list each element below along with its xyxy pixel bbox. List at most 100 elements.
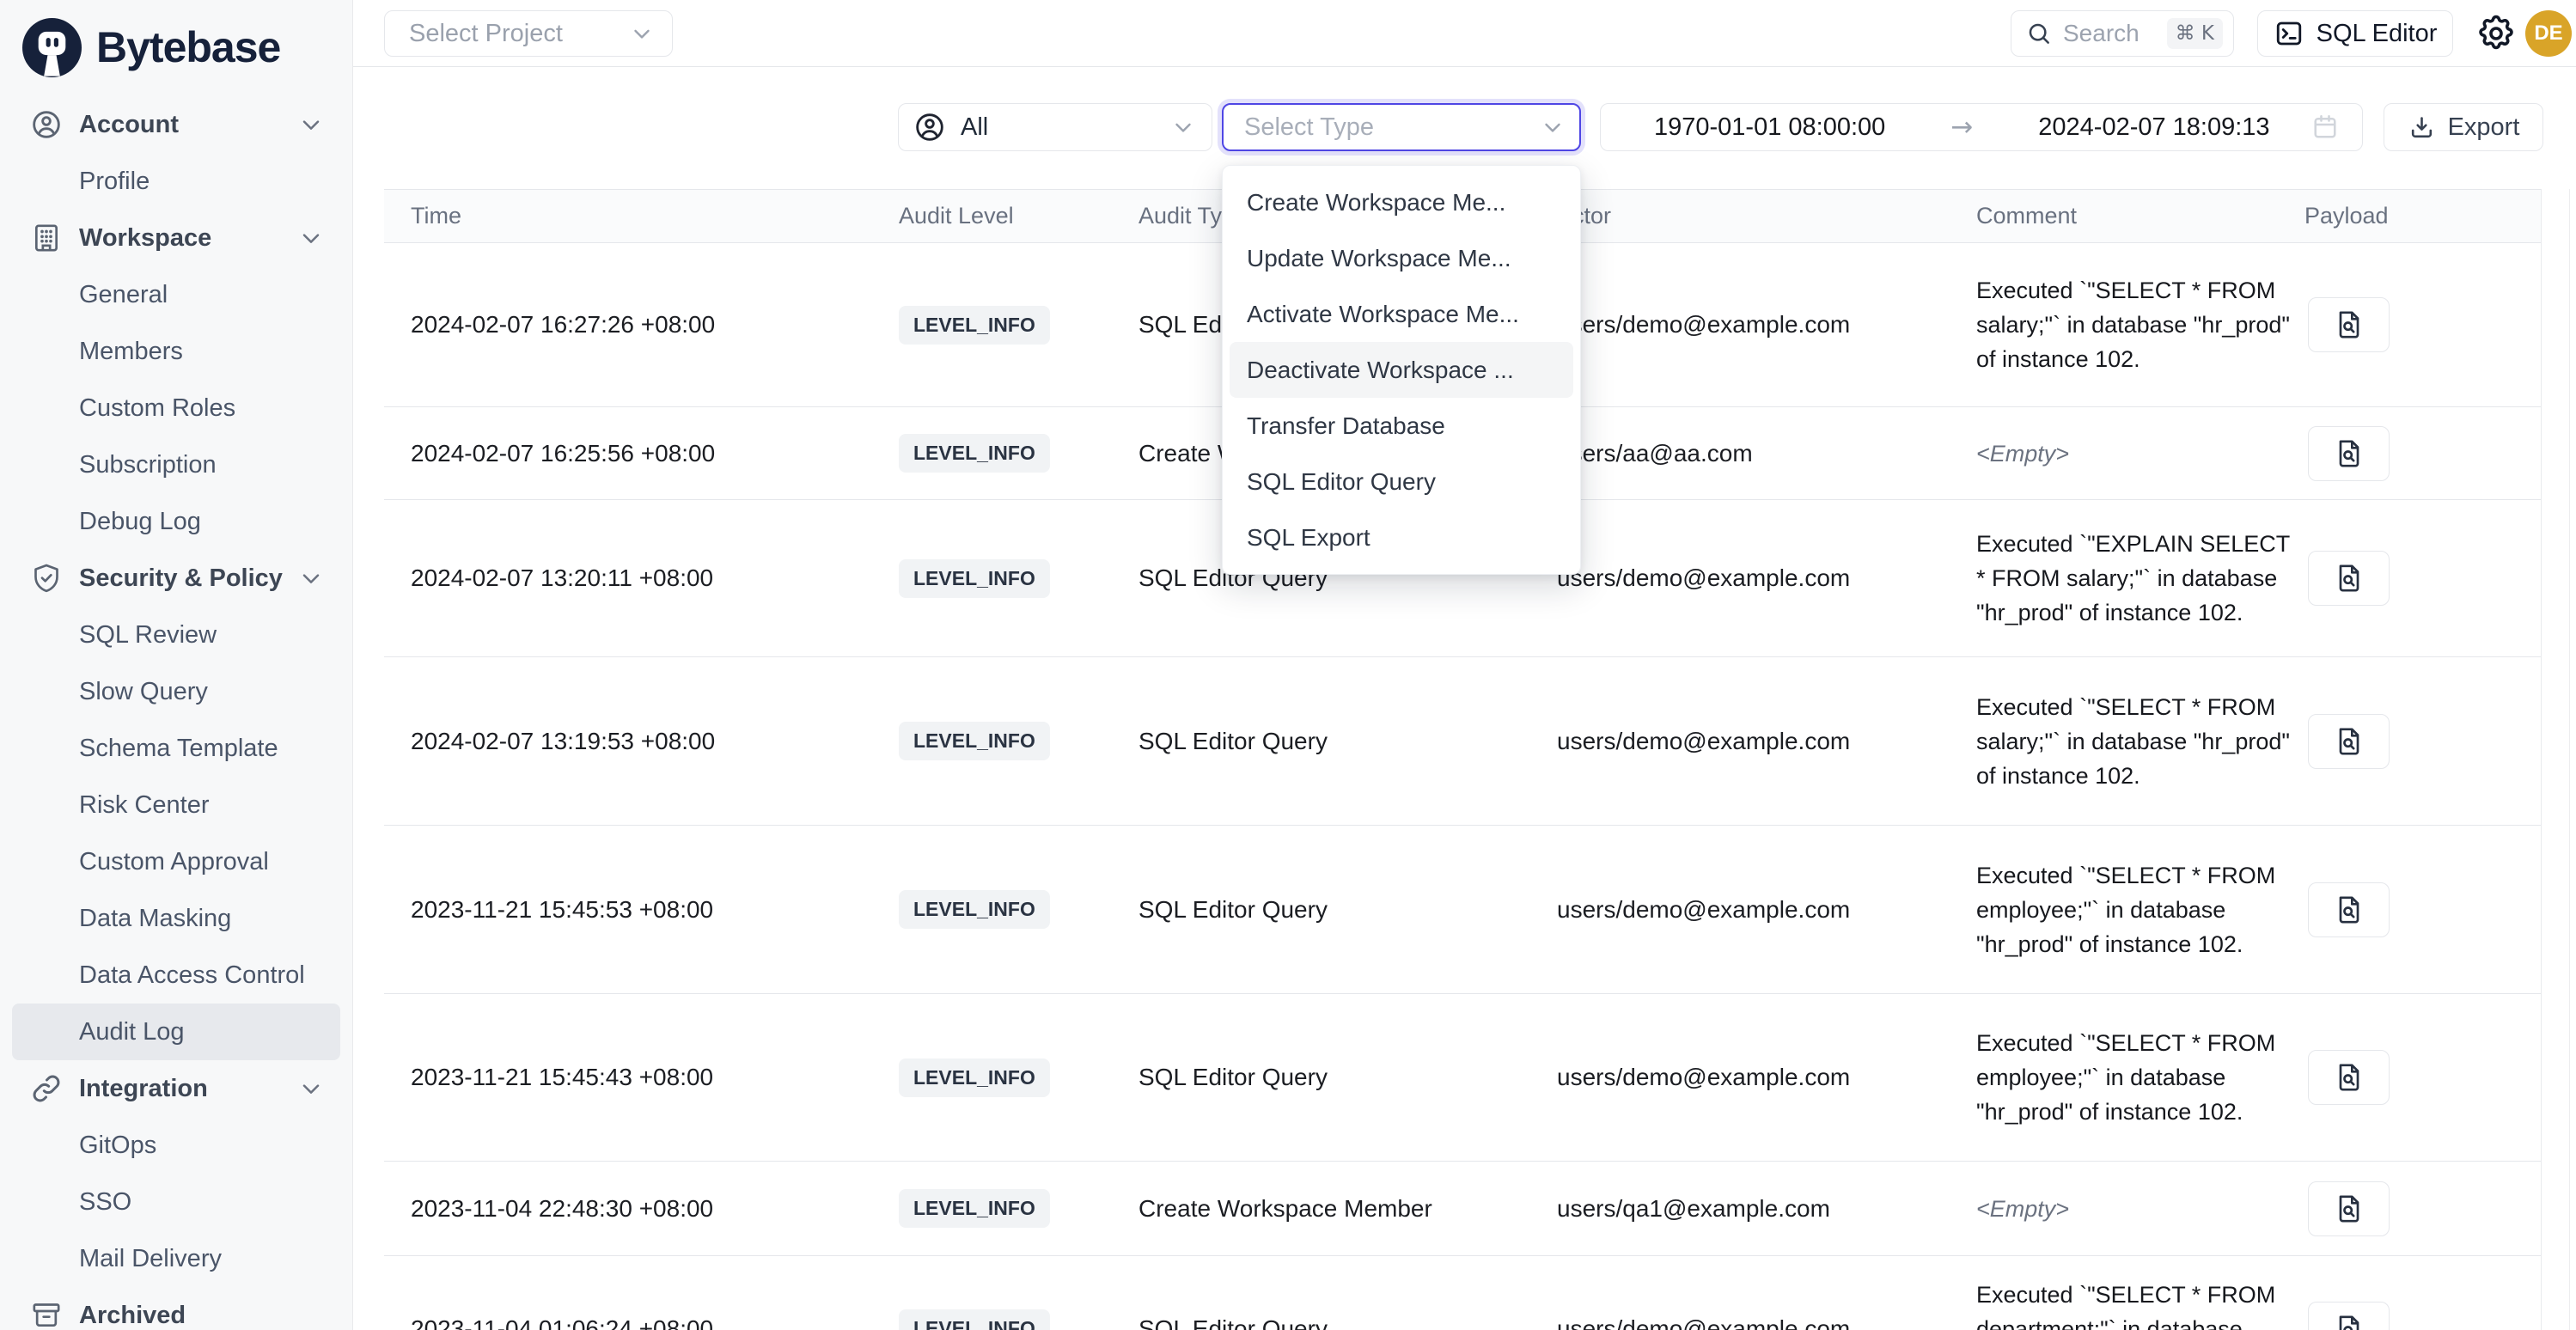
cell-comment: Executed `"SELECT * FROM department;"` i… [1976, 1256, 2304, 1330]
payload-view-button[interactable] [2308, 297, 2390, 352]
sidebar-item-gitops[interactable]: GitOps [12, 1117, 340, 1174]
search-input[interactable]: Search ⌘ K [2011, 10, 2234, 57]
audit-level-badge: LEVEL_INFO [899, 1309, 1050, 1330]
project-select[interactable]: Select Project [384, 10, 673, 57]
chevron-down-icon [297, 1075, 325, 1102]
user-circle-icon [913, 110, 947, 144]
chevron-down-icon [1170, 114, 1196, 140]
sidebar-item-mail-delivery[interactable]: Mail Delivery [12, 1230, 340, 1287]
file-search-icon [2332, 893, 2366, 927]
cell-comment: Executed `"SELECT * FROM salary;"` in da… [1976, 657, 2304, 826]
sidebar-item-account[interactable]: Account [12, 96, 340, 153]
cell-time: 2023-11-04 22:48:30 +08:00 [384, 1162, 899, 1256]
brand-logo[interactable]: Bytebase [0, 0, 352, 82]
chevron-down-icon [297, 111, 325, 138]
sidebar-item-subscription[interactable]: Subscription [12, 436, 340, 493]
cell-actor: users/demo@example.com [1557, 243, 1976, 407]
payload-view-button[interactable] [2308, 551, 2390, 606]
date-from-value: 1970-01-01 08:00:00 [1654, 113, 1885, 142]
cell-time: 2023-11-21 15:45:53 +08:00 [384, 826, 899, 994]
dropdown-item-update-workspace-member[interactable]: Update Workspace Me... [1230, 230, 1573, 286]
sidebar-item-sql-review[interactable]: SQL Review [12, 607, 340, 663]
export-button[interactable]: Export [2384, 103, 2543, 151]
cell-actor: users/demo@example.com [1557, 826, 1976, 994]
cell-comment: Executed `"SELECT * FROM employee;"` in … [1976, 826, 2304, 994]
dropdown-item-create-workspace-member[interactable]: Create Workspace Me... [1230, 174, 1573, 230]
actor-filter-value: All [961, 113, 1170, 142]
date-to-value: 2024-02-07 18:09:13 [2038, 113, 2269, 142]
download-icon [2408, 113, 2436, 142]
date-range-picker[interactable]: 1970-01-01 08:00:00 → 2024-02-07 18:09:1… [1600, 103, 2363, 151]
table-right-border [2541, 189, 2542, 1330]
sidebar-item-debug-log[interactable]: Debug Log [12, 493, 340, 550]
sql-editor-button[interactable]: SQL Editor [2257, 10, 2453, 57]
actor-filter-select[interactable]: All [898, 103, 1212, 151]
sidebar-item-slow-query[interactable]: Slow Query [12, 663, 340, 720]
sidebar-item-data-access-control[interactable]: Data Access Control [12, 947, 340, 1004]
payload-view-button[interactable] [2308, 1302, 2390, 1330]
table-row: 2023-11-21 15:45:53 +08:00 LEVEL_INFO SQ… [384, 826, 2542, 994]
shield-check-icon [29, 561, 64, 595]
sidebar-item-risk-center[interactable]: Risk Center [12, 777, 340, 833]
table-row: 2024-02-07 13:19:53 +08:00 LEVEL_INFO SQ… [384, 657, 2542, 826]
dropdown-item-deactivate-workspace-member[interactable]: Deactivate Workspace ... [1230, 342, 1573, 398]
scrollbar-track[interactable] [2569, 189, 2570, 1330]
col-header-actor: Actor [1557, 190, 1976, 243]
dropdown-item-sql-editor-query[interactable]: SQL Editor Query [1230, 454, 1573, 509]
sidebar-item-data-masking[interactable]: Data Masking [12, 890, 340, 947]
sidebar-item-audit-log[interactable]: Audit Log [12, 1004, 340, 1060]
cell-actor: users/qa1@example.com [1557, 1162, 1976, 1256]
type-filter-select[interactable]: Select Type [1222, 103, 1581, 151]
cell-actor: users/aa@aa.com [1557, 407, 1976, 500]
chevron-down-icon [297, 224, 325, 252]
archive-icon [29, 1298, 64, 1330]
cell-audit-type: SQL Editor Query [1138, 1256, 1557, 1330]
cell-audit-type: Create Workspace Member [1138, 1162, 1557, 1256]
chevron-down-icon [1540, 114, 1566, 140]
sidebar-item-general[interactable]: General [12, 266, 340, 323]
sidebar-item-integration[interactable]: Integration [12, 1060, 340, 1117]
sidebar-nav: Account Profile Workspace General Member… [0, 82, 352, 1330]
cell-time: 2024-02-07 13:20:11 +08:00 [384, 500, 899, 657]
cell-time: 2024-02-07 16:25:56 +08:00 [384, 407, 899, 500]
cell-time: 2024-02-07 16:27:26 +08:00 [384, 243, 899, 407]
sidebar-item-custom-approval[interactable]: Custom Approval [12, 833, 340, 890]
cell-time: 2023-11-21 15:45:43 +08:00 [384, 994, 899, 1162]
avatar[interactable]: DE [2525, 10, 2572, 57]
cell-audit-type: SQL Editor Query [1138, 826, 1557, 994]
brand-name: Bytebase [96, 22, 280, 72]
cell-actor: users/demo@example.com [1557, 657, 1976, 826]
col-header-payload: Payload [2304, 190, 2542, 243]
bytebase-logo-icon [22, 18, 82, 77]
cell-audit-type: SQL Editor Query [1138, 994, 1557, 1162]
sidebar-item-security-policy[interactable]: Security & Policy [12, 550, 340, 607]
sidebar-item-archived[interactable]: Archived [12, 1287, 340, 1330]
payload-view-button[interactable] [2308, 714, 2390, 769]
file-search-icon [2332, 308, 2366, 342]
audit-level-badge: LEVEL_INFO [899, 722, 1050, 760]
chevron-down-icon [629, 21, 655, 46]
cell-comment: Executed `"EXPLAIN SELECT * FROM salary;… [1976, 500, 2304, 657]
file-search-icon [2332, 1192, 2366, 1226]
sidebar-item-workspace[interactable]: Workspace [12, 210, 340, 266]
gear-icon[interactable] [2475, 13, 2517, 54]
audit-level-badge: LEVEL_INFO [899, 559, 1050, 598]
sidebar-item-custom-roles[interactable]: Custom Roles [12, 380, 340, 436]
type-filter-placeholder: Select Type [1244, 113, 1540, 142]
search-icon [2025, 20, 2053, 47]
payload-view-button[interactable] [2308, 1050, 2390, 1105]
cell-comment: Executed `"SELECT * FROM employee;"` in … [1976, 994, 2304, 1162]
building-icon [29, 221, 64, 255]
payload-view-button[interactable] [2308, 426, 2390, 481]
sidebar-item-profile[interactable]: Profile [12, 153, 340, 210]
sidebar-item-sso[interactable]: SSO [12, 1174, 340, 1230]
dropdown-item-transfer-database[interactable]: Transfer Database [1230, 398, 1573, 454]
audit-level-badge: LEVEL_INFO [899, 434, 1050, 473]
dropdown-item-sql-export[interactable]: SQL Export [1230, 509, 1573, 565]
cell-comment: Executed `"SELECT * FROM salary;"` in da… [1976, 243, 2304, 407]
dropdown-item-activate-workspace-member[interactable]: Activate Workspace Me... [1230, 286, 1573, 342]
sidebar-item-schema-template[interactable]: Schema Template [12, 720, 340, 777]
sidebar-item-members[interactable]: Members [12, 323, 340, 380]
payload-view-button[interactable] [2308, 1181, 2390, 1236]
payload-view-button[interactable] [2308, 882, 2390, 937]
